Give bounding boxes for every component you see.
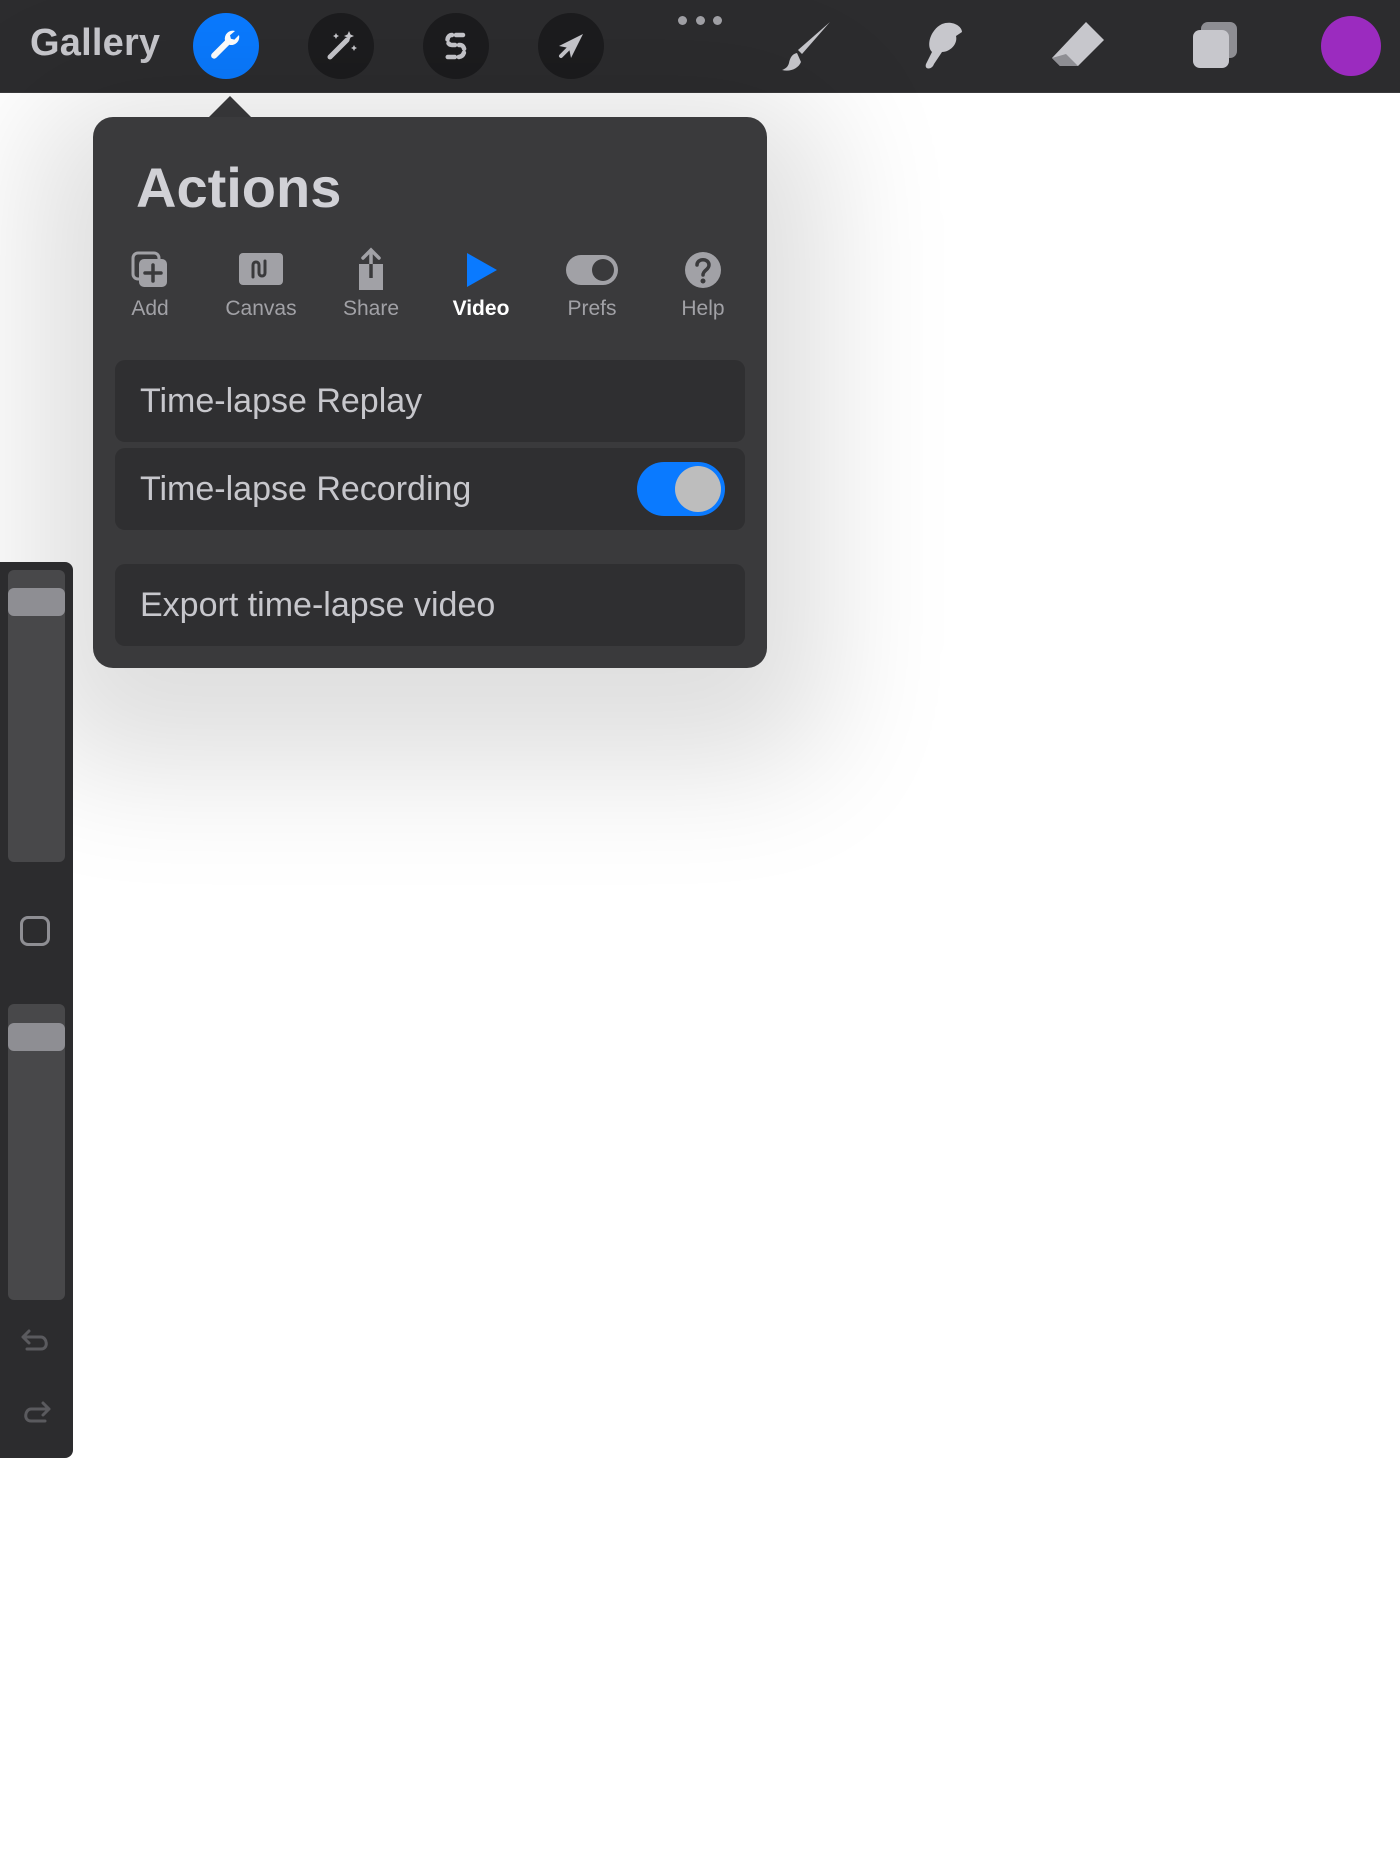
- tab-help[interactable]: Help: [648, 245, 758, 345]
- time-lapse-recording-item: Time-lapse Recording: [115, 448, 745, 530]
- tab-prefs[interactable]: Prefs: [537, 245, 647, 345]
- tab-label: Share: [342, 297, 400, 320]
- left-sidebar: [0, 562, 73, 1458]
- brush-size-thumb[interactable]: [8, 588, 65, 616]
- redo-button[interactable]: [18, 1394, 54, 1430]
- tab-label: Help: [681, 297, 725, 320]
- tab-label: Prefs: [567, 297, 617, 320]
- time-lapse-recording-toggle[interactable]: [637, 462, 725, 516]
- transform-button[interactable]: [538, 13, 604, 79]
- toggle-knob: [675, 466, 721, 512]
- tab-video[interactable]: Video: [426, 245, 536, 345]
- actions-button[interactable]: [193, 13, 259, 79]
- tab-label: Canvas: [225, 297, 297, 320]
- top-toolbar: Gallery: [0, 0, 1400, 93]
- canvas-icon: [239, 253, 283, 285]
- actions-tabs: Add Canvas Share Video Prefs Help: [93, 245, 767, 345]
- layers-icon: [1193, 22, 1237, 68]
- opacity-thumb[interactable]: [8, 1023, 65, 1051]
- time-lapse-replay-item[interactable]: Time-lapse Replay: [115, 360, 745, 442]
- tab-label: Add: [131, 297, 169, 320]
- selection-button[interactable]: [423, 13, 489, 79]
- eraser-icon: [1052, 22, 1104, 66]
- add-image-icon: [131, 251, 167, 287]
- arrow-cursor-icon: [559, 34, 583, 58]
- undo-button[interactable]: [18, 1322, 54, 1358]
- brush-size-slider[interactable]: [8, 570, 65, 862]
- help-icon: [685, 252, 721, 288]
- time-lapse-recording-label: Time-lapse Recording: [140, 470, 472, 508]
- opacity-slider[interactable]: [8, 1004, 65, 1300]
- wrench-icon: [211, 30, 240, 59]
- adjustments-button[interactable]: [308, 13, 374, 79]
- eraser-tool[interactable]: [1046, 14, 1110, 78]
- color-swatch[interactable]: [1321, 16, 1381, 76]
- selection-s-icon: [444, 32, 467, 60]
- smudge-tool[interactable]: [910, 14, 974, 78]
- more-options-icon[interactable]: [678, 10, 722, 30]
- smudge-icon: [925, 22, 962, 69]
- time-lapse-replay-label: Time-lapse Replay: [140, 382, 423, 420]
- modify-square-icon[interactable]: [20, 916, 50, 946]
- redo-icon: [24, 1401, 51, 1423]
- tab-canvas[interactable]: Canvas: [206, 245, 316, 345]
- brush-tool[interactable]: [776, 14, 840, 78]
- tab-share[interactable]: Share: [316, 245, 426, 345]
- share-icon: [359, 247, 383, 290]
- gallery-button[interactable]: Gallery: [30, 22, 160, 65]
- popover-arrow: [208, 96, 252, 118]
- popover-title: Actions: [136, 156, 342, 219]
- toggle-icon: [566, 255, 618, 285]
- export-time-lapse-item[interactable]: Export time-lapse video: [115, 564, 745, 646]
- export-time-lapse-label: Export time-lapse video: [140, 586, 496, 624]
- brush-icon: [782, 22, 830, 71]
- tab-label: Video: [452, 297, 510, 320]
- magic-wand-icon: [327, 31, 357, 60]
- play-icon: [467, 253, 497, 287]
- actions-popover: Actions Add Canvas Share Video Prefs Hel…: [93, 117, 767, 668]
- undo-icon: [21, 1329, 48, 1351]
- tab-add[interactable]: Add: [95, 245, 205, 345]
- layers-button[interactable]: [1183, 14, 1247, 78]
